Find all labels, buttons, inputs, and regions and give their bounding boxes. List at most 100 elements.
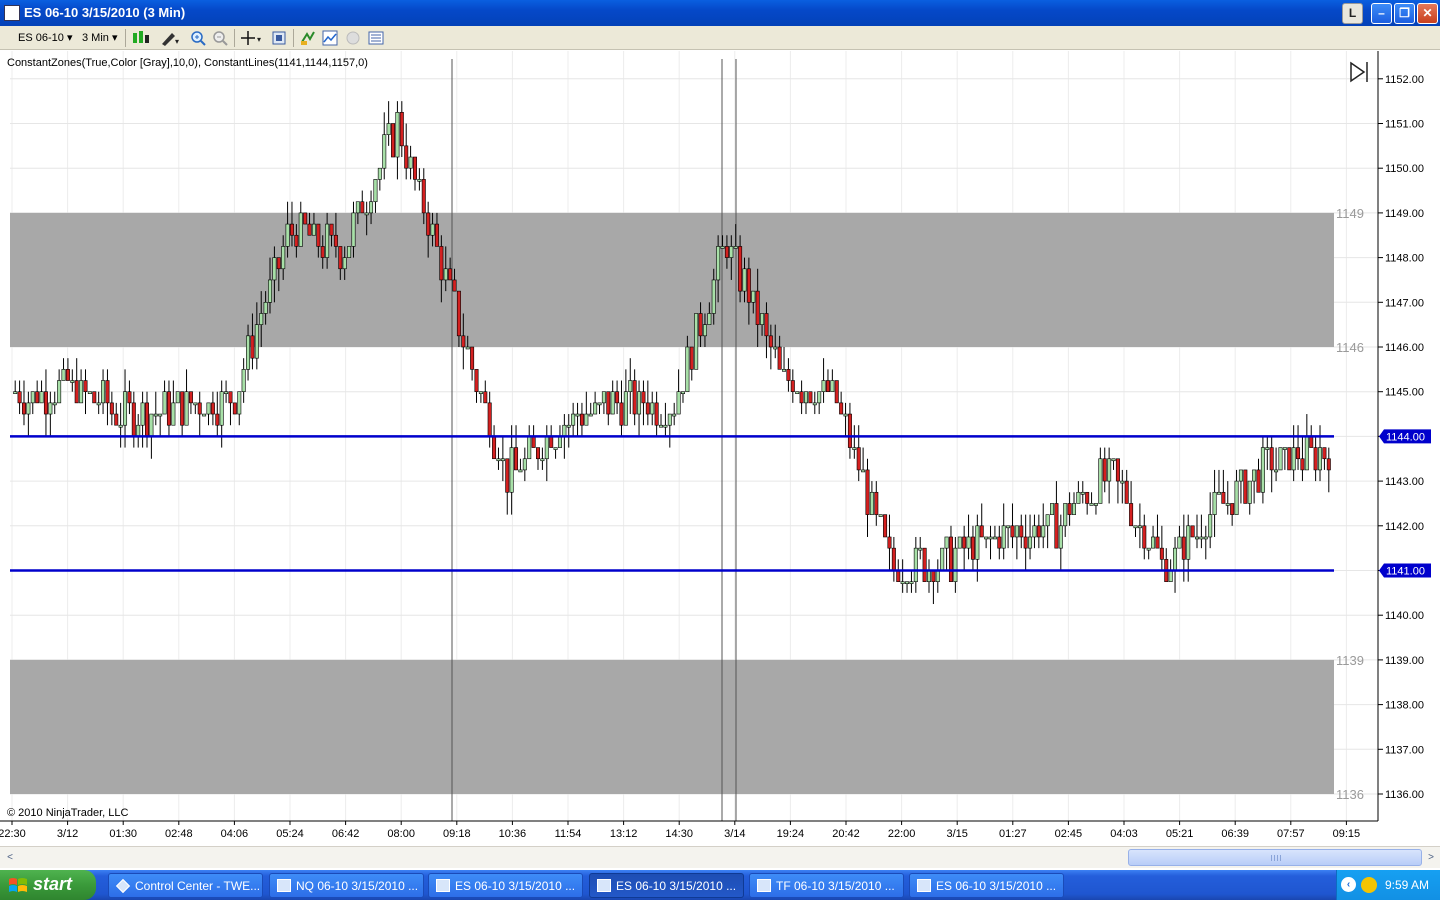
price-chart-panel[interactable]: 1149 1146 1139 1136 1152.00 1151.00 1150.00 11… (0, 51, 1440, 846)
candle-down (180, 391, 185, 426)
candle-up (1014, 525, 1019, 538)
candle-down (1269, 447, 1274, 471)
minimize-button[interactable]: – (1371, 3, 1392, 24)
zoom-in-icon[interactable] (190, 30, 206, 46)
scroll-thumb[interactable] (1128, 849, 1422, 866)
candle-down (399, 112, 404, 147)
candle-up (803, 391, 808, 404)
candle-up (184, 391, 189, 426)
candle-up (1216, 491, 1221, 495)
candle-down (632, 380, 637, 415)
interval-selector[interactable]: 3 Min ▾ (82, 29, 118, 47)
candle-up (162, 391, 167, 415)
candle-up (667, 413, 672, 426)
candle-down (746, 268, 751, 303)
taskbar-item-es-chart-3[interactable]: ES 06-10 3/15/2010 ... (909, 873, 1064, 898)
window-title: ES 06-10 3/15/2010 (3 Min) (24, 5, 186, 20)
scroll-left-arrow[interactable]: < (2, 849, 18, 866)
drawing-pencil-icon[interactable]: ▾ (160, 30, 180, 46)
start-label: start (33, 874, 73, 894)
time-tick-label: 20:42 (832, 828, 860, 840)
candle-up (935, 570, 940, 582)
candle-up (861, 469, 866, 473)
zone-label: 1136 (1336, 787, 1364, 802)
candle-up (957, 536, 962, 549)
tray-expand-icon[interactable]: ‹ (1341, 877, 1356, 892)
candle-down (874, 491, 879, 515)
candle-up (518, 469, 523, 473)
candle-down (131, 402, 136, 437)
price-chart[interactable]: 1149 1146 1139 1136 1152.00 1151.00 1150.00 11… (0, 51, 1440, 846)
candle-up (1318, 447, 1323, 471)
candle-up (812, 402, 817, 406)
candle-down (1159, 547, 1164, 560)
taskbar-item-es-chart-2[interactable]: ES 06-10 3/15/2010 ... (589, 873, 744, 898)
crosshair-icon[interactable]: ▾ (240, 30, 264, 46)
candle-up (263, 302, 268, 314)
candle-down (1115, 458, 1120, 482)
candle-down (316, 223, 321, 247)
chart-scrollbar[interactable]: < > (0, 846, 1440, 868)
candle-down (887, 536, 892, 549)
candle-up (311, 223, 316, 236)
price-tick-label: 1142.00 (1385, 521, 1424, 533)
taskbar-item-label: ES 06-10 3/15/2010 ... (455, 879, 576, 893)
candle-up (905, 581, 910, 584)
price-tick-label: 1137.00 (1385, 744, 1424, 756)
candle-down (276, 257, 281, 270)
properties-icon[interactable] (271, 30, 287, 46)
candle-down (1309, 436, 1314, 448)
time-tick-label: 22:30 (0, 828, 26, 840)
tray-notification-icon[interactable] (1361, 877, 1377, 893)
instrument-selector[interactable]: ES 06-10 ▾ (18, 29, 72, 47)
candle-up (566, 424, 571, 428)
candle-up (992, 536, 997, 540)
candle-up (13, 391, 18, 395)
taskbar-item-control-center[interactable]: Control Center - TWE... (108, 873, 263, 898)
zone-label: 1139 (1336, 653, 1364, 668)
windows-logo-icon (9, 878, 27, 892)
indicators-icon[interactable] (322, 30, 338, 46)
zoom-out-icon[interactable] (212, 30, 228, 46)
candle-up (760, 313, 765, 325)
time-tick-label: 10:36 (499, 828, 527, 840)
candle-up (869, 491, 874, 515)
candle-up (527, 436, 532, 460)
strategy-icon[interactable] (300, 30, 316, 46)
candle-up (1001, 525, 1006, 549)
candle-up (478, 391, 483, 395)
candle-up (1212, 491, 1217, 515)
start-button[interactable]: start (0, 870, 96, 900)
candle-up (87, 391, 92, 395)
maximize-button[interactable]: ❐ (1394, 3, 1415, 24)
candle-up (1265, 447, 1270, 450)
candle-down (606, 391, 611, 415)
data-box-icon[interactable] (368, 30, 384, 46)
candle-down (188, 391, 193, 404)
disabled-circle-icon (346, 31, 360, 45)
instrument-label: ES 06-10 (18, 32, 64, 44)
taskbar-item-tf-chart[interactable]: TF 06-10 3/15/2010 ... (749, 873, 904, 898)
candle-down (105, 380, 110, 404)
candle-up (237, 391, 242, 415)
candle-up (1203, 536, 1208, 540)
taskbar-item-nq-chart[interactable]: NQ 06-10 3/15/2010 ... (269, 873, 424, 898)
candle-up (351, 212, 356, 247)
scroll-right-arrow[interactable]: > (1423, 849, 1439, 866)
chart-style-icon[interactable] (131, 30, 153, 46)
window-titlebar[interactable]: ES 06-10 3/15/2010 (3 Min) L – ❐ ✕ (0, 0, 1440, 26)
candle-up (711, 279, 716, 314)
candle-down (764, 313, 769, 337)
candle-up (601, 391, 606, 404)
taskbar-item-es-chart-1[interactable]: ES 06-10 3/15/2010 ... (428, 873, 583, 898)
candle-up (918, 547, 923, 551)
time-tick-label: 13:12 (610, 828, 638, 840)
close-button[interactable]: ✕ (1417, 3, 1438, 24)
candle-up (821, 380, 826, 392)
link-l-button[interactable]: L (1342, 3, 1363, 24)
time-tick-label: 09:18 (443, 828, 471, 840)
candle-down (698, 313, 703, 337)
candle-up (773, 346, 778, 350)
candle-up (1177, 536, 1182, 549)
candle-up (1208, 514, 1213, 538)
